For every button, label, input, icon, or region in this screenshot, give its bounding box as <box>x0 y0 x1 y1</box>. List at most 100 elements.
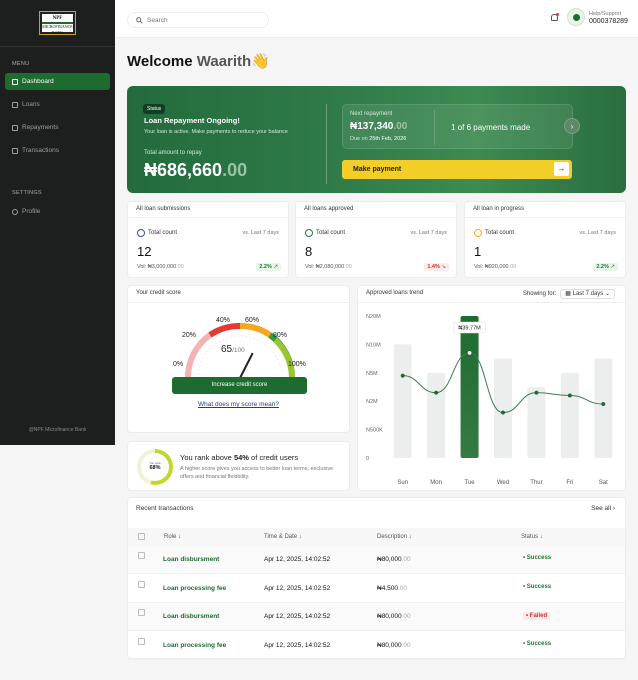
total-amount-decimal: .00 <box>222 160 248 180</box>
gauge-tick-60: 60% <box>245 317 260 324</box>
desc-main: ₦80,000 <box>377 641 402 649</box>
row-description: ₦80,000.00 <box>377 613 411 620</box>
trend-point[interactable] <box>466 349 473 357</box>
trend-up-icon: ↗ <box>273 264 278 270</box>
search-box[interactable] <box>127 12 269 28</box>
x-tick-label: Wed <box>497 480 509 486</box>
status-badge: • Failed <box>523 612 551 620</box>
row-checkbox[interactable] <box>138 609 145 616</box>
stat-volume: Vol: ₦920,000.00 <box>474 264 516 270</box>
banner-title: Loan Repayment Ongoing! <box>144 116 240 125</box>
search-input[interactable] <box>147 16 257 24</box>
stat-value: 8 <box>305 244 313 259</box>
support-avatar[interactable] <box>567 8 585 26</box>
status-text: Success <box>526 583 552 590</box>
gauge-tick-20: 20% <box>182 332 197 339</box>
trend-point[interactable] <box>534 390 539 395</box>
column-label: Status <box>521 534 539 540</box>
column-status[interactable]: Status ↓ <box>521 534 543 540</box>
status-badge: • Success <box>523 583 552 590</box>
banner-divider <box>326 104 327 184</box>
row-checkbox[interactable] <box>138 552 145 559</box>
change-value: 2.2% <box>596 264 609 270</box>
stat-title: All loan submissions <box>128 202 288 218</box>
chevron-right-icon[interactable]: › <box>564 118 580 134</box>
gauge-tick-80: 80% <box>273 332 288 339</box>
stat-card-submissions: All loan submissions Total count vs. Las… <box>127 201 289 278</box>
total-amount: ₦686,660.00 <box>144 160 247 181</box>
column-label: Time & Date <box>264 534 298 540</box>
period-selector[interactable]: Showing for: ▦ Last 7 days ⌄ <box>523 289 615 299</box>
sidebar-item-loans[interactable]: Loans <box>5 96 110 113</box>
sidebar-item-label: Profile <box>22 208 41 215</box>
make-payment-button[interactable]: Make payment → <box>342 160 572 179</box>
trend-point[interactable] <box>567 393 572 398</box>
sidebar-item-dashboard[interactable]: Dashboard <box>5 73 110 90</box>
bar-sat[interactable] <box>594 358 613 458</box>
row-checkbox[interactable] <box>138 580 145 588</box>
gauge-tick-100: 100% <box>288 361 306 368</box>
loans-icon <box>12 101 18 108</box>
approved-loans-trend-card: Approved loans trend Showing for: ▦ Last … <box>357 285 626 491</box>
score-meaning-link[interactable]: What does my score mean? <box>128 401 349 408</box>
status-text: Success <box>526 555 552 561</box>
sidebar-footer: @NPF Microfinance Bank <box>28 427 87 433</box>
stat-change-badge: 1.4% ↘ <box>424 263 449 271</box>
row-checkbox[interactable] <box>138 637 145 645</box>
sidebar-item-transactions[interactable]: Transactions <box>5 142 110 159</box>
volume-decimal: .00 <box>508 264 517 270</box>
sidebar-divider <box>0 46 115 47</box>
sidebar: NPF MICROFINANCE BANK MENU Dashboard Loan… <box>0 0 115 445</box>
table-row[interactable]: Loan processing fee Apr 12, 2025, 14:02:5… <box>128 632 625 660</box>
table-row[interactable]: Loan disbursment Apr 12, 2025, 14:02:52 ₦8… <box>128 603 625 631</box>
sidebar-item-profile[interactable]: Profile <box>5 203 110 220</box>
gauge-tick-40: 40% <box>216 317 231 324</box>
bar-mon[interactable] <box>427 372 446 458</box>
period-dropdown[interactable]: ▦ Last 7 days ⌄ <box>560 289 615 299</box>
column-time[interactable]: Time & Date ↓ <box>264 534 302 540</box>
table-row[interactable]: Loan disbursment Apr 12, 2025, 14:02:52 ₦8… <box>128 546 625 574</box>
sidebar-item-label: Dashboard <box>22 78 54 85</box>
menu-heading: MENU <box>12 61 30 67</box>
trend-point[interactable] <box>434 390 439 395</box>
trend-point[interactable] <box>500 410 506 415</box>
see-all-link[interactable]: See all › <box>591 505 615 512</box>
bar-thur[interactable] <box>527 387 546 458</box>
status-badge: Status <box>143 104 166 114</box>
trend-point[interactable] <box>601 401 606 407</box>
trend-point[interactable] <box>400 373 405 378</box>
desc-decimal: .00 <box>401 641 411 649</box>
stat-count-label: Total count <box>485 230 515 236</box>
column-description[interactable]: Description ↓ <box>377 534 412 540</box>
stat-count-label: Total count <box>148 230 178 236</box>
status-badge: • Success <box>523 555 552 561</box>
column-role[interactable]: Role ↓ <box>164 534 181 540</box>
gauge-needle <box>239 352 254 379</box>
due-date-value: 25th Feb, 2026 <box>369 136 407 142</box>
coins-icon <box>137 229 145 237</box>
trend-chart: 0 N500K N2M N5M N10M N20M Sun Mon Tue Wed Thur Fri S… <box>366 314 613 486</box>
row-description: ₦80,000.00 <box>377 556 411 563</box>
chart-tooltip: ₦39.77M <box>453 321 486 334</box>
welcome-name: Waarith <box>196 53 252 70</box>
row-role: Loan disbursment <box>163 613 220 620</box>
payments-progress: 1 of 6 payments made <box>451 123 531 132</box>
notification-bell-icon[interactable] <box>551 13 559 21</box>
increase-credit-score-button[interactable]: Increase credit score <box>172 377 307 394</box>
score-number: 65 <box>221 344 233 355</box>
sidebar-item-repayments[interactable]: Repayments <box>5 119 110 136</box>
next-divider <box>434 110 435 145</box>
table-row[interactable]: Loan processing fee Apr 12, 2025, 14:02:5… <box>128 575 625 603</box>
bar-fri[interactable] <box>560 372 579 458</box>
volume-main: ₦920,000 <box>484 264 509 270</box>
row-description: ₦80,000.00 <box>377 642 411 649</box>
see-all-label: See all <box>591 505 612 512</box>
bar-sun[interactable] <box>393 344 412 458</box>
help-support[interactable]: Help/Support 0000378289 <box>589 10 628 26</box>
select-all-checkbox[interactable] <box>138 533 145 540</box>
bar-tue[interactable] <box>460 316 479 458</box>
x-tick-label: Sun <box>397 480 408 486</box>
row-role: Loan processing fee <box>163 584 227 592</box>
npf-logo[interactable]: NPF MICROFINANCE BANK <box>39 11 76 35</box>
bar-wed[interactable] <box>494 358 512 458</box>
